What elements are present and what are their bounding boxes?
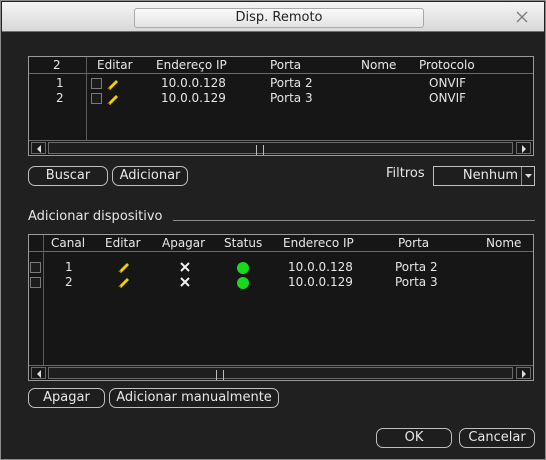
row-port: Porta 3 — [270, 91, 313, 105]
horizontal-scrollbar[interactable] — [29, 365, 533, 380]
row-number: 1 — [56, 76, 64, 90]
scroll-right-button[interactable] — [516, 367, 531, 379]
scroll-thumb[interactable] — [256, 145, 264, 155]
col-header-port: Porta — [270, 58, 302, 72]
filters-label: Filtros — [386, 166, 425, 181]
section-divider — [173, 220, 535, 221]
chevron-left-icon — [37, 145, 41, 153]
row-ip: 10.0.0.128 — [288, 260, 353, 274]
chevron-left-icon — [37, 370, 41, 378]
row-port: Porta 2 — [395, 260, 438, 274]
table-header: Canal Editar Apagar Status Endereco IP P… — [29, 235, 533, 252]
col-header-port: Porta — [398, 236, 430, 250]
scroll-thumb[interactable] — [216, 370, 224, 380]
manual-add-button[interactable]: Adicionar manualmente — [109, 388, 279, 408]
table-row[interactable]: 1 10.0.0.128 Porta 2 ONVIF — [29, 77, 533, 90]
pencil-icon[interactable] — [117, 276, 131, 288]
status-dot-icon — [237, 262, 249, 274]
delete-button[interactable]: Apagar — [28, 388, 105, 408]
row-checkbox[interactable] — [91, 78, 102, 89]
scroll-left-button[interactable] — [31, 142, 46, 154]
chevron-down-icon — [525, 174, 532, 178]
add-button[interactable]: Adicionar — [112, 166, 188, 186]
row-port: Porta 2 — [270, 76, 313, 90]
remote-device-window: Disp. Remoto 2 Editar Endereço IP Porta … — [0, 0, 546, 460]
col-header-edit: Editar — [97, 58, 133, 72]
row-checkbox[interactable] — [91, 93, 102, 104]
col-header-count: 2 — [53, 58, 61, 72]
pencil-icon[interactable] — [106, 93, 120, 105]
row-ip: 10.0.0.129 — [161, 91, 226, 105]
title-bar: Disp. Remoto — [2, 2, 544, 32]
col-header-name: Nome — [361, 58, 397, 72]
section-title: Adicionar dispositivo — [28, 209, 163, 224]
cancel-button[interactable]: Cancelar — [459, 428, 535, 448]
pencil-icon[interactable] — [117, 261, 131, 273]
ok-button[interactable]: OK — [376, 428, 452, 448]
col-header-protocol: Protocolo — [419, 58, 475, 72]
chevron-right-icon — [522, 145, 526, 153]
row-checkbox[interactable] — [30, 277, 41, 288]
row-protocol: ONVIF — [429, 91, 467, 105]
dropdown-caret[interactable] — [521, 167, 534, 185]
window-title: Disp. Remoto — [134, 8, 424, 28]
col-header-name: Nome — [486, 236, 522, 250]
row-port: Porta 3 — [395, 275, 438, 289]
filter-selected-value: Nenhum — [462, 168, 518, 183]
status-dot-icon — [237, 277, 249, 289]
pencil-icon[interactable] — [106, 78, 120, 90]
row-channel: 2 — [65, 275, 73, 289]
row-channel: 1 — [65, 260, 73, 274]
delete-x-icon[interactable] — [179, 261, 191, 273]
table-row[interactable]: 1 10.0.0.128 Porta 2 — [29, 261, 533, 274]
col-header-edit: Editar — [105, 236, 141, 250]
row-ip: 10.0.0.129 — [288, 275, 353, 289]
delete-x-icon[interactable] — [179, 276, 191, 288]
scroll-track[interactable] — [48, 142, 513, 155]
col-header-ip: Endereco IP — [283, 236, 354, 250]
table-row[interactable]: 2 10.0.0.129 Porta 3 — [29, 276, 533, 289]
table-row[interactable]: 2 10.0.0.129 Porta 3 ONVIF — [29, 92, 533, 105]
added-device-table: Canal Editar Apagar Status Endereco IP P… — [28, 234, 534, 381]
row-ip: 10.0.0.128 — [161, 76, 226, 90]
scroll-track[interactable] — [48, 367, 513, 380]
column-divider — [43, 235, 44, 365]
search-button[interactable]: Buscar — [28, 166, 108, 186]
remote-device-table: 2 Editar Endereço IP Porta Nome Protocol… — [28, 56, 534, 156]
close-icon[interactable] — [512, 7, 532, 27]
row-checkbox[interactable] — [30, 262, 41, 273]
scroll-left-button[interactable] — [31, 367, 46, 379]
row-protocol: ONVIF — [429, 76, 467, 90]
row-number: 2 — [56, 91, 64, 105]
chevron-right-icon — [522, 370, 526, 378]
col-header-delete: Apagar — [162, 236, 206, 250]
horizontal-scrollbar[interactable] — [29, 140, 533, 155]
table-header: 2 Editar Endereço IP Porta Nome Protocol… — [29, 57, 533, 74]
col-header-ip: Endereço IP — [156, 58, 227, 72]
filter-select[interactable]: Nenhum — [433, 166, 535, 186]
scroll-right-button[interactable] — [516, 142, 531, 154]
col-header-status: Status — [224, 236, 263, 250]
col-header-channel: Canal — [51, 236, 86, 250]
